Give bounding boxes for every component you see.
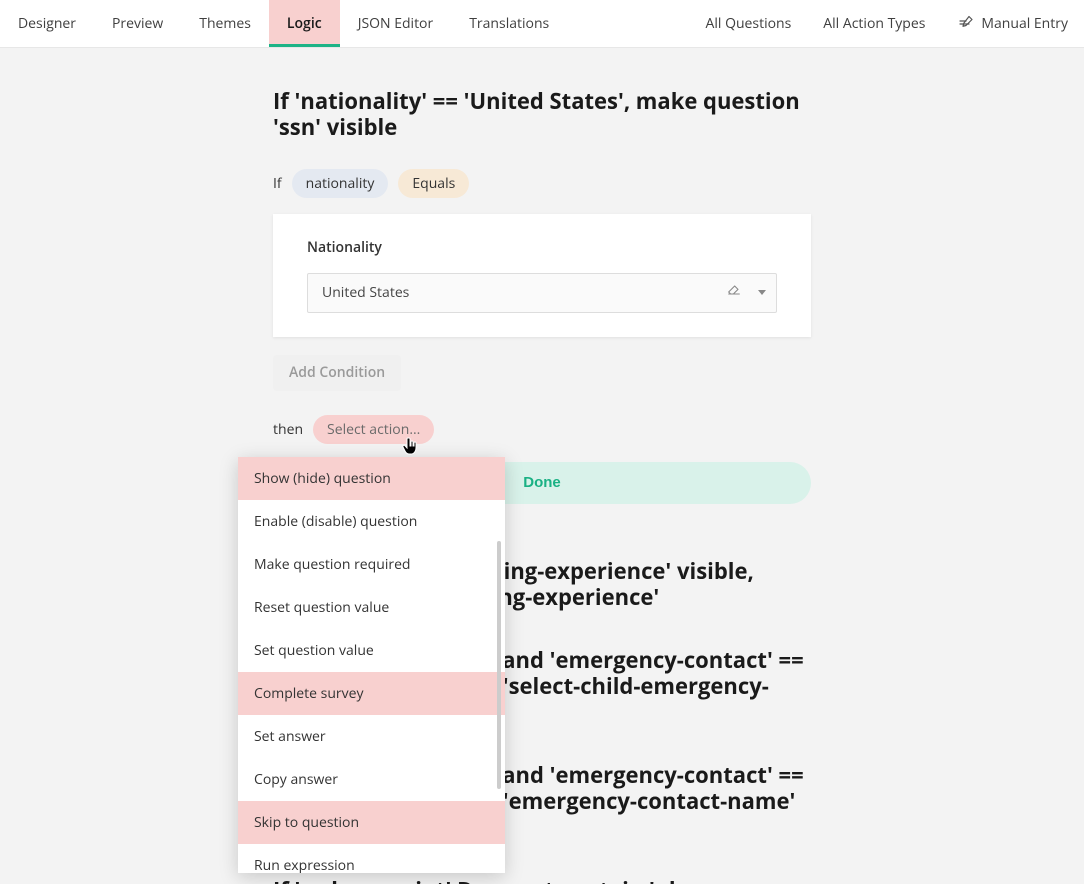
rule-title: If 'nationality' == 'United States', mak… — [273, 88, 811, 141]
manual-entry-button[interactable]: Manual Entry — [941, 12, 1084, 35]
then-label: then — [273, 420, 303, 439]
tabs-right: All Questions All Action Types Manual En… — [690, 0, 1084, 47]
tab-translations[interactable]: Translations — [451, 0, 567, 47]
tabs-left: Designer Preview Themes Logic JSON Edito… — [0, 0, 567, 47]
select-value: United States — [322, 283, 409, 302]
condition-operator-chip[interactable]: Equals — [398, 169, 469, 198]
tab-themes[interactable]: Themes — [181, 0, 269, 47]
edit-icon — [957, 12, 975, 35]
condition-field-chip[interactable]: nationality — [292, 169, 389, 198]
tab-logic[interactable]: Logic — [269, 0, 340, 47]
filter-label: All Questions — [706, 14, 792, 33]
tab-label: Designer — [18, 14, 76, 33]
manual-entry-label: Manual Entry — [981, 14, 1068, 33]
add-condition-button[interactable]: Add Condition — [273, 355, 401, 391]
condition-value-select[interactable]: United States — [307, 273, 777, 313]
filter-all-questions[interactable]: All Questions — [690, 14, 808, 33]
condition-row: If nationality Equals — [273, 169, 811, 198]
tab-label: Translations — [469, 14, 549, 33]
tab-label: Themes — [199, 14, 251, 33]
content-area: If 'nationality' == 'United States', mak… — [0, 48, 1084, 884]
condition-value-card: Nationality United States — [273, 214, 811, 337]
if-label: If — [273, 174, 282, 193]
action-option-run-expression[interactable]: Run expression — [238, 844, 505, 873]
tab-label: JSON Editor — [358, 14, 434, 33]
select-action-chip[interactable]: Select action... — [313, 415, 434, 444]
action-option-reset-question-value[interactable]: Reset question value — [238, 586, 505, 629]
tab-label: Logic — [287, 14, 322, 33]
tab-designer[interactable]: Designer — [0, 0, 94, 47]
top-tab-bar: Designer Preview Themes Logic JSON Edito… — [0, 0, 1084, 48]
action-dropdown[interactable]: Show (hide) question Enable (disable) qu… — [238, 457, 505, 873]
filter-all-action-types[interactable]: All Action Types — [807, 14, 941, 33]
add-condition-label: Add Condition — [289, 363, 385, 382]
action-option-make-question-required[interactable]: Make question required — [238, 543, 505, 586]
chevron-down-icon[interactable] — [758, 290, 766, 295]
action-option-set-question-value[interactable]: Set question value — [238, 629, 505, 672]
tab-json-editor[interactable]: JSON Editor — [340, 0, 452, 47]
action-option-enable-disable-question[interactable]: Enable (disable) question — [238, 500, 505, 543]
action-option-set-answer[interactable]: Set answer — [238, 715, 505, 758]
select-icons — [726, 274, 766, 312]
tab-label: Preview — [112, 14, 163, 33]
action-option-copy-answer[interactable]: Copy answer — [238, 758, 505, 801]
other-rule-title[interactable]: If 'order-receipt' Does not contain 'pho… — [273, 877, 811, 884]
action-option-skip-to-question[interactable]: Skip to question — [238, 801, 505, 844]
filter-label: All Action Types — [823, 14, 925, 33]
action-option-show-hide-question[interactable]: Show (hide) question — [238, 457, 505, 500]
action-option-complete-survey[interactable]: Complete survey — [238, 672, 505, 715]
then-row: then Select action... — [273, 415, 811, 444]
clear-icon[interactable] — [726, 282, 742, 303]
tab-preview[interactable]: Preview — [94, 0, 181, 47]
dropdown-scrollbar[interactable] — [497, 541, 501, 789]
condition-field-label: Nationality — [307, 238, 777, 257]
